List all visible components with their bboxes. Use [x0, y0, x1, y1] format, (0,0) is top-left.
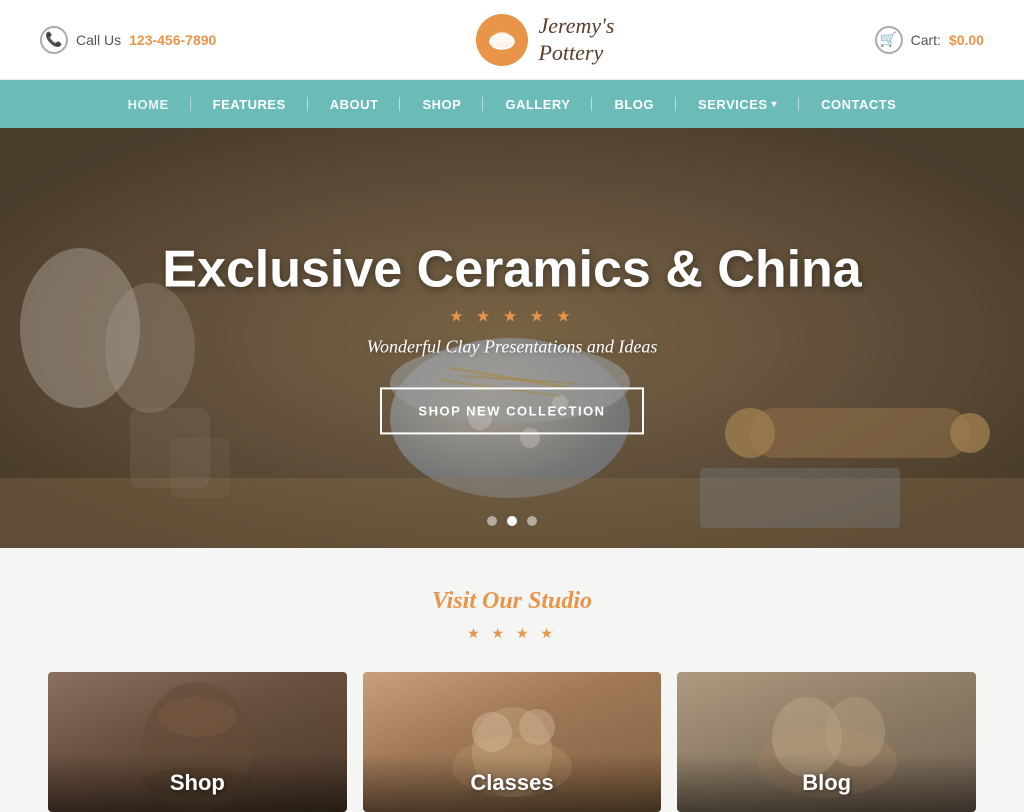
nav-about[interactable]: ABOUT: [308, 80, 401, 128]
cards-row: Shop Classes Blog: [0, 672, 1024, 812]
card-classes-label: Classes: [470, 770, 553, 795]
card-blog-overlay: Blog: [677, 754, 976, 812]
visit-section: Visit Our Studio ★ ★ ★ ★: [0, 548, 1024, 642]
cart-info[interactable]: 🛒 Cart: $0.00: [875, 26, 984, 54]
hero-subtitle: Wonderful Clay Presentations and Ideas: [162, 337, 862, 358]
visit-stars: ★ ★ ★ ★: [40, 625, 984, 642]
nav-blog[interactable]: BLOG: [592, 80, 676, 128]
card-shop[interactable]: Shop: [48, 672, 347, 812]
nav-services[interactable]: SERVICES ▾: [676, 80, 799, 128]
services-dropdown-arrow: ▾: [772, 99, 778, 110]
shop-new-collection-button[interactable]: SHOP NEW COLLECTION: [380, 388, 643, 435]
hero-dots: [487, 516, 537, 526]
nav-features[interactable]: FEATURES: [191, 80, 308, 128]
card-blog-label: Blog: [802, 770, 851, 795]
hero-section: Exclusive Ceramics & China ★ ★ ★ ★ ★ Won…: [0, 128, 1024, 548]
logo-icon: [476, 14, 528, 66]
hero-content: Exclusive Ceramics & China ★ ★ ★ ★ ★ Won…: [162, 241, 862, 434]
call-label: Call Us: [76, 32, 121, 48]
cart-icon: 🛒: [875, 26, 903, 54]
hero-stars: ★ ★ ★ ★ ★: [162, 307, 862, 327]
site-header: 📞 Call Us 123-456-7890 Jeremy'sPottery 🛒…: [0, 0, 1024, 80]
phone-icon: 📞: [40, 26, 68, 54]
hero-dot-2[interactable]: [507, 516, 517, 526]
cart-price: $0.00: [949, 32, 984, 48]
hero-title: Exclusive Ceramics & China: [162, 241, 862, 298]
hero-dot-1[interactable]: [487, 516, 497, 526]
card-blog[interactable]: Blog: [677, 672, 976, 812]
nav-home[interactable]: HOME: [106, 80, 191, 128]
cart-label: Cart:: [911, 32, 941, 48]
phone-number[interactable]: 123-456-7890: [129, 32, 216, 48]
visit-title: Visit Our Studio: [40, 588, 984, 615]
nav-shop[interactable]: SHOP: [400, 80, 483, 128]
logo-text: Jeremy'sPottery: [538, 13, 614, 66]
card-shop-label: Shop: [170, 770, 225, 795]
logo[interactable]: Jeremy'sPottery: [476, 13, 614, 66]
hero-dot-3[interactable]: [527, 516, 537, 526]
card-classes-overlay: Classes: [363, 754, 662, 812]
card-classes[interactable]: Classes: [363, 672, 662, 812]
logo-bowl-icon: [487, 25, 517, 55]
main-nav: HOME FEATURES ABOUT SHOP GALLERY BLOG SE…: [0, 80, 1024, 128]
nav-gallery[interactable]: GALLERY: [483, 80, 592, 128]
contact-info: 📞 Call Us 123-456-7890: [40, 26, 216, 54]
card-shop-overlay: Shop: [48, 754, 347, 812]
nav-contacts[interactable]: CONTACTS: [799, 80, 918, 128]
